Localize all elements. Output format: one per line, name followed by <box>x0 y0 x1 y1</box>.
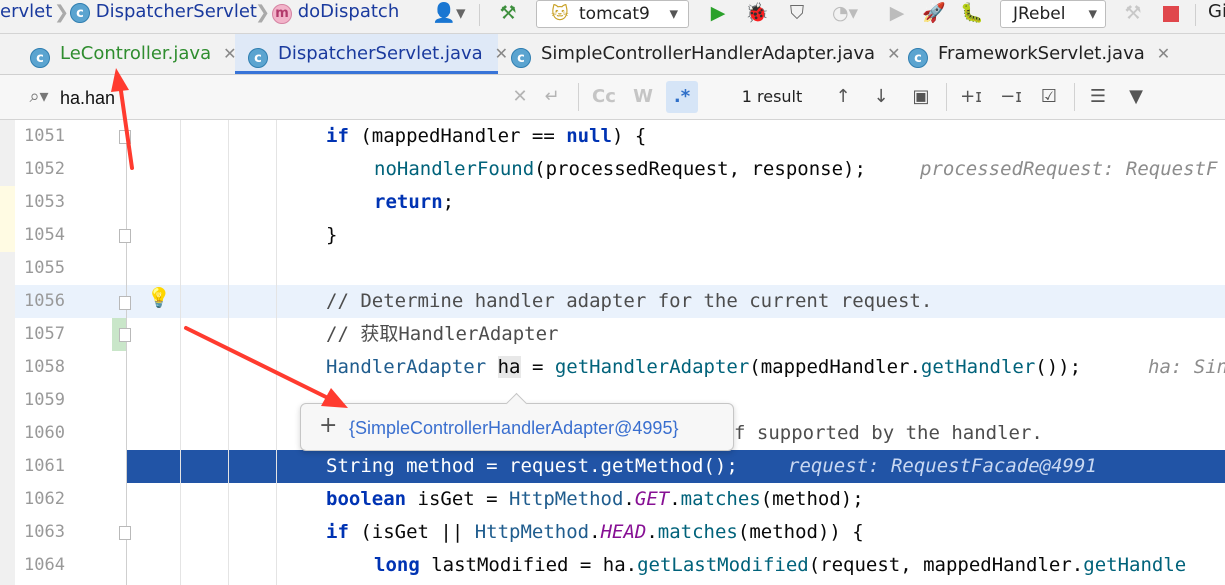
annotation-arrow-2 <box>184 326 348 408</box>
annotation-arrows <box>111 68 348 408</box>
annotation-arrow-1 <box>111 68 134 170</box>
